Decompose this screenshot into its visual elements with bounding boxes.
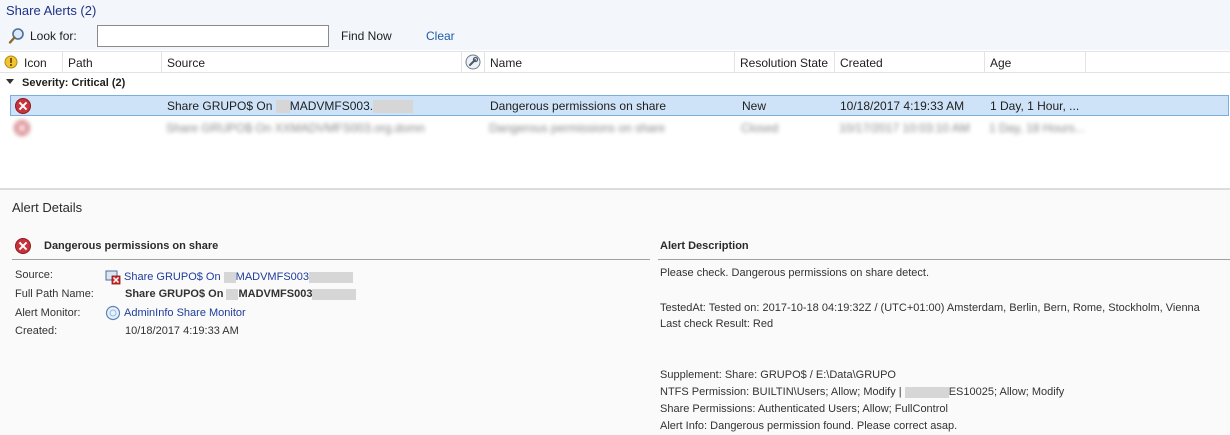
description-line: Alert Info: Dangerous permission found. …	[660, 420, 958, 432]
description-line: Supplement: Share: GRUPO$ / E:\Data\GRUP…	[660, 369, 896, 381]
row-age: 1 Day, 18 Hours...	[989, 121, 1085, 135]
collapse-arrow-icon[interactable]	[6, 79, 14, 84]
column-resolution-state-label: Resolution State	[740, 56, 829, 70]
description-line: Share Permissions: Authenticated Users; …	[660, 403, 948, 415]
divider	[12, 259, 650, 260]
row-source: Share GRUPO$ On XXMADVMFS003.org.domn	[166, 121, 425, 135]
column-name[interactable]: Name	[485, 52, 735, 73]
severity-group-header[interactable]: Severity: Critical (2)	[0, 75, 1230, 93]
critical-error-icon	[14, 120, 30, 136]
page-title: Share Alerts (2)	[6, 3, 97, 18]
alert-name: Dangerous permissions on share	[44, 240, 219, 252]
row-age: 1 Day, 1 Hour, ...	[990, 99, 1080, 113]
severity-group-label: Severity: Critical (2)	[22, 77, 126, 89]
search-input[interactable]	[97, 25, 329, 47]
look-for-label: Look for:	[30, 29, 77, 43]
description-line: Last check Result: Red	[660, 318, 774, 330]
row-resolution-state: Closed	[741, 121, 779, 135]
monitor-icon	[105, 305, 121, 321]
column-resolution-state[interactable]: Resolution State	[735, 52, 835, 73]
column-icon[interactable]: Icon	[0, 52, 63, 73]
title-bar: Share Alerts (2)	[0, 0, 1230, 22]
column-age-label: Age	[990, 56, 1012, 70]
column-path-label: Path	[68, 56, 93, 70]
column-source-label: Source	[167, 56, 206, 70]
row-source: Share GRUPO$ On MADVMFS003.	[167, 99, 414, 114]
row-name: Dangerous permissions on share	[490, 99, 667, 113]
description-line: Please check. Dangerous permissions on s…	[660, 267, 930, 279]
alert-monitor-value: AdminInfo Share Monitor	[105, 305, 246, 321]
clear-button[interactable]: Clear	[426, 29, 455, 43]
table-row[interactable]: Share GRUPO$ On XXMADVMFS003.org.domn Da…	[10, 118, 1229, 139]
wrench-icon	[465, 54, 481, 70]
row-resolution-state: New	[742, 99, 767, 113]
column-name-label: Name	[490, 56, 523, 70]
column-path[interactable]: Path	[63, 52, 162, 73]
alert-details-title: Alert Details	[12, 200, 83, 215]
table-row[interactable]: Share GRUPO$ On MADVMFS003. Dangerous pe…	[10, 95, 1229, 116]
share-error-icon	[105, 270, 121, 285]
alert-monitor-link[interactable]: AdminInfo Share Monitor	[124, 307, 246, 319]
search-icon	[8, 28, 24, 44]
column-created[interactable]: Created	[835, 52, 985, 73]
critical-error-icon	[15, 98, 31, 114]
alert-bell-icon	[4, 55, 18, 69]
row-created: 10/17/2017 10:03:10 AM	[839, 121, 970, 135]
source-value: Share GRUPO$ On MADVMFS003	[105, 269, 354, 285]
column-created-label: Created	[840, 56, 883, 70]
search-bar: Look for: Find Now Clear	[0, 22, 1230, 50]
divider	[658, 259, 1230, 260]
full-path-value: Share GRUPO$ On MADVMFS003	[125, 288, 357, 300]
grid-header: Icon Path Source Name Resolution State C…	[0, 51, 1230, 73]
column-icon-label: Icon	[24, 56, 47, 70]
alert-description-title: Alert Description	[660, 240, 749, 252]
column-age[interactable]: Age	[985, 52, 1086, 73]
full-path-label: Full Path Name:	[15, 288, 94, 300]
row-name: Dangerous permissions on share	[489, 121, 666, 135]
created-value: 10/18/2017 4:19:33 AM	[125, 325, 239, 337]
source-link[interactable]: Share GRUPO$ On MADVMFS003	[124, 271, 354, 283]
created-label: Created:	[15, 325, 58, 337]
source-label: Source:	[15, 269, 53, 281]
column-source[interactable]: Source	[162, 52, 462, 73]
column-maintenance[interactable]	[462, 52, 485, 73]
row-created: 10/18/2017 4:19:33 AM	[840, 99, 965, 113]
description-line: TestedAt: Tested on: 2017-10-18 04:19:32…	[660, 302, 1200, 314]
description-line: NTFS Permission: BUILTIN\Users; Allow; M…	[660, 386, 1065, 398]
alert-monitor-label: Alert Monitor:	[15, 307, 81, 319]
find-now-button[interactable]: Find Now	[341, 29, 392, 43]
critical-error-icon	[15, 238, 31, 254]
